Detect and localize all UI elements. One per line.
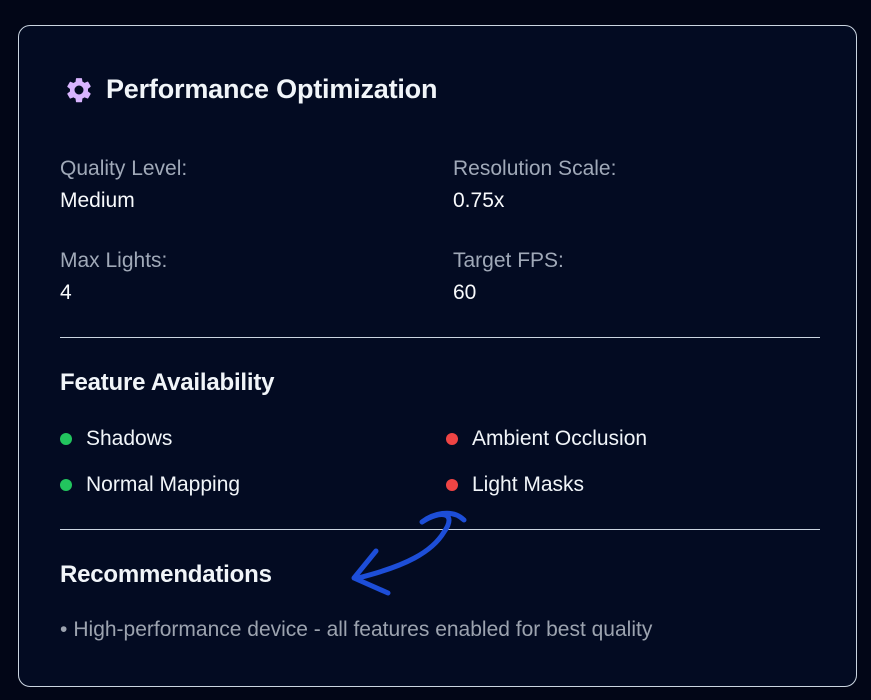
stat-value: 0.75x — [453, 189, 505, 212]
stat-label: Target FPS: — [453, 249, 564, 272]
feature-label: Shadows — [86, 427, 173, 450]
stat-label: Quality Level: — [60, 157, 188, 180]
stat-value: Medium — [60, 189, 135, 212]
card-title: Performance Optimization — [106, 74, 438, 104]
status-dot — [60, 479, 72, 491]
divider — [60, 337, 820, 338]
bullet: • — [60, 618, 68, 641]
gear-icon — [64, 75, 94, 105]
stat-value: 60 — [453, 281, 477, 304]
status-dot — [446, 433, 458, 445]
stat-quality-level: Quality Level: Medium — [60, 154, 390, 218]
stat-max-lights: Max Lights: 4 — [60, 246, 390, 310]
feature-light-masks: Light Masks — [446, 470, 584, 500]
stat-target-fps: Target FPS: 60 — [453, 246, 783, 310]
curved-arrow-icon — [351, 510, 467, 596]
stat-label: Max Lights: — [60, 249, 168, 272]
card-header: Performance Optimization — [64, 74, 437, 105]
recommendation-item: • High-performance device - all features … — [60, 618, 652, 642]
feature-normal-mapping: Normal Mapping — [60, 470, 240, 500]
feature-ambient-occlusion: Ambient Occlusion — [446, 424, 647, 454]
recommendation-text: High-performance device - all features e… — [73, 618, 653, 641]
stat-resolution-scale: Resolution Scale: 0.75x — [453, 154, 783, 218]
feature-availability-heading: Feature Availability — [60, 369, 275, 396]
stat-value: 4 — [60, 281, 72, 304]
recommendations-heading: Recommendations — [60, 561, 272, 588]
feature-label: Light Masks — [472, 473, 585, 496]
feature-label: Ambient Occlusion — [472, 427, 648, 450]
feature-shadows: Shadows — [60, 424, 172, 454]
status-dot — [60, 433, 72, 445]
status-dot — [446, 479, 458, 491]
feature-label: Normal Mapping — [86, 473, 241, 496]
stat-label: Resolution Scale: — [453, 157, 617, 180]
